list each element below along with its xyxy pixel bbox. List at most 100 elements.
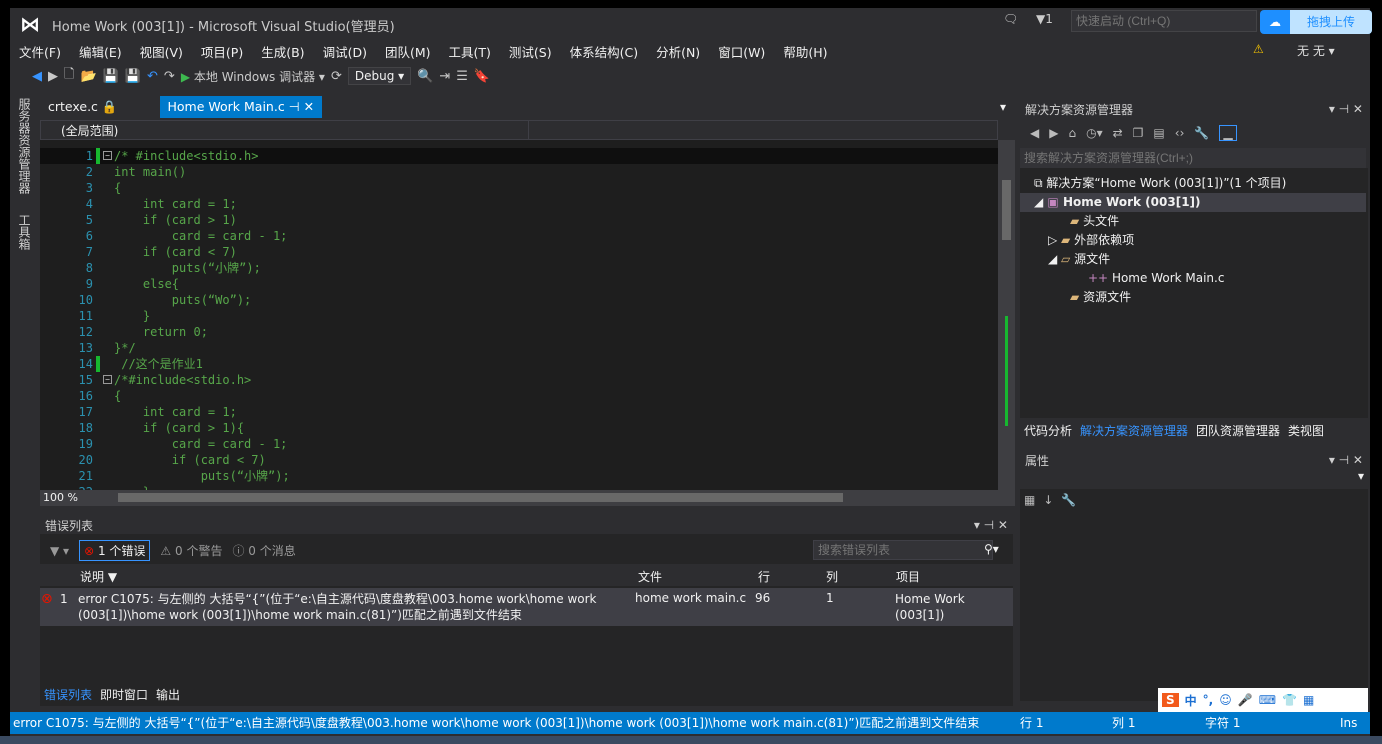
toolbox-tab[interactable]: 工具箱	[10, 210, 39, 254]
code-line[interactable]: 14 //这个是作业1	[40, 356, 1000, 372]
indent-icon[interactable]: ⇥	[439, 69, 450, 84]
column-description[interactable]: 说明 ▼	[80, 568, 117, 585]
punctuation-icon[interactable]: °,	[1203, 693, 1214, 707]
upload-button[interactable]: ☁ 拖拽上传	[1260, 10, 1372, 34]
code-line[interactable]: 15 −/*#include<stdio.h>	[40, 372, 1000, 388]
undo-icon[interactable]: ↶	[147, 69, 158, 84]
code-line[interactable]: 19 card = card - 1;	[40, 436, 1000, 452]
menu-item[interactable]: 生成(B)	[252, 40, 313, 62]
home-icon[interactable]: ⌂	[1068, 126, 1076, 140]
menu-item[interactable]: 项目(P)	[192, 40, 252, 62]
tree-header-files[interactable]: ▰ 头文件	[1070, 212, 1119, 231]
tab-solution-explorer[interactable]: 解决方案资源管理器	[1080, 422, 1188, 439]
menu-item[interactable]: 编辑(E)	[70, 40, 131, 62]
tab-class-view[interactable]: 类视图	[1288, 422, 1324, 439]
menu-item[interactable]: 窗口(W)	[709, 40, 774, 62]
code-icon[interactable]: ‹›	[1175, 126, 1185, 140]
menu-item[interactable]: 帮助(H)	[774, 40, 836, 62]
pin-icon[interactable]: ⊣	[289, 99, 300, 114]
column-project[interactable]: 项目	[896, 568, 920, 585]
panel-options-icon[interactable]: ▾ ⊣ ✕	[1329, 102, 1363, 116]
code-line[interactable]: 17 int card = 1;	[40, 404, 1000, 420]
save-all-icon[interactable]: 💾	[125, 69, 141, 84]
forward-icon[interactable]: ▶	[48, 69, 58, 84]
close-icon[interactable]: ✕	[304, 99, 314, 114]
code-line[interactable]: 11 }	[40, 308, 1000, 324]
error-search-input[interactable]	[813, 540, 993, 560]
code-line[interactable]: 2 int main()	[40, 164, 1000, 180]
wrench-icon[interactable]: 🔧	[1194, 126, 1209, 140]
save-icon[interactable]: 💾	[103, 69, 119, 84]
menu-item[interactable]: 文件(F)	[10, 40, 70, 62]
code-line[interactable]: 10 puts(“Wo”);	[40, 292, 1000, 308]
column-line[interactable]: 行	[758, 568, 770, 585]
tree-solution[interactable]: ⧉ 解决方案“Home Work (003[1])”(1 个项目)	[1034, 174, 1286, 193]
tree-external-deps[interactable]: ▷ ▰ 外部依赖项	[1048, 231, 1134, 250]
editor-horizontal-scrollbar[interactable]: 100 %	[40, 490, 1015, 506]
table-row[interactable]: ⊗ 1 error C1075: 与左侧的 大括号“{”(位于“e:\自主源代码…	[40, 588, 1013, 626]
code-editor[interactable]: 1−/* #include<stdio.h> 2 int main() 3{4 int…	[40, 140, 1015, 490]
code-line[interactable]: 18 if (card > 1){	[40, 420, 1000, 436]
find-icon[interactable]: 🔍	[417, 69, 433, 84]
menu-item[interactable]: 调试(D)	[314, 40, 376, 62]
tab-overflow-icon[interactable]: ▾	[1000, 100, 1006, 114]
editor-vertical-scrollbar[interactable]	[998, 140, 1015, 490]
notifications[interactable]: ▼1	[1036, 12, 1053, 26]
collapse-icon[interactable]: ❐	[1133, 126, 1144, 140]
keyboard-icon[interactable]: ⌨	[1259, 693, 1276, 707]
tab-team-explorer[interactable]: 团队资源管理器	[1196, 422, 1280, 439]
tab-error-list[interactable]: 错误列表	[44, 686, 92, 703]
menu-item[interactable]: 团队(M)	[376, 40, 440, 62]
warning-icon[interactable]: ⚠	[1253, 42, 1264, 56]
back-icon[interactable]: ◀	[32, 69, 42, 84]
warnings-filter-button[interactable]: ⚠ 0 个警告	[160, 542, 222, 559]
tree-source-files[interactable]: ◢ ▱ 源文件	[1048, 250, 1110, 269]
code-line[interactable]: 5 if (card > 1)	[40, 212, 1000, 228]
collapse-icon[interactable]: −	[103, 151, 112, 160]
menu-item[interactable]: 体系结构(C)	[561, 40, 647, 62]
config-dropdown[interactable]: Debug ▾	[347, 67, 412, 85]
comment-icon[interactable]: ☰	[456, 69, 468, 84]
tab-home-work-main[interactable]: Home Work Main.c ⊣ ✕	[159, 96, 323, 118]
mic-icon[interactable]: 🎤	[1238, 693, 1253, 707]
menu-item[interactable]: 工具(T)	[440, 40, 500, 62]
code-line[interactable]: 13}*/	[40, 340, 1000, 356]
column-col[interactable]: 列	[826, 568, 838, 585]
code-line[interactable]: 3{	[40, 180, 1000, 196]
wrench-icon[interactable]: 🔧	[1061, 493, 1076, 507]
panel-options-icon[interactable]: ▾ ⊣ ✕	[974, 518, 1008, 532]
menu-item[interactable]: 分析(N)	[647, 40, 709, 62]
properties-object-dropdown[interactable]: ▾	[1020, 469, 1368, 489]
solution-search-input[interactable]	[1020, 148, 1366, 168]
feedback-icon[interactable]: 🗨	[1003, 12, 1018, 26]
code-line[interactable]: 21 puts(“小牌”);	[40, 468, 1000, 484]
tree-main-c[interactable]: ++ Home Work Main.c	[1088, 269, 1224, 288]
grid-icon[interactable]: ▦	[1303, 693, 1314, 707]
redo-icon[interactable]: ↷	[164, 69, 175, 84]
tab-code-analysis[interactable]: 代码分析	[1024, 422, 1072, 439]
code-line[interactable]: 6 card = card - 1;	[40, 228, 1000, 244]
errors-filter-button[interactable]: ⊗ 1 个错误	[79, 540, 151, 561]
tab-immediate[interactable]: 即时窗口	[100, 686, 148, 703]
back-icon[interactable]: ◀	[1030, 126, 1039, 140]
code-line[interactable]: 9 else{	[40, 276, 1000, 292]
zoom-level[interactable]: 100 %	[43, 491, 78, 504]
search-icon[interactable]: ⚲▾	[984, 542, 999, 556]
categorized-icon[interactable]: ▦	[1024, 493, 1035, 507]
tab-output[interactable]: 输出	[156, 686, 180, 703]
quick-launch-input[interactable]	[1071, 10, 1257, 32]
bookmark-icon[interactable]: 🔖	[474, 69, 490, 84]
emoji-icon[interactable]: ☺	[1219, 693, 1232, 707]
code-line[interactable]: 4 int card = 1;	[40, 196, 1000, 212]
tab-crtexe[interactable]: crtexe.c 🔒	[40, 96, 126, 118]
code-line[interactable]: 20 if (card < 7)	[40, 452, 1000, 468]
code-line[interactable]: 12 return 0;	[40, 324, 1000, 340]
menu-item[interactable]: 视图(V)	[131, 40, 192, 62]
code-line[interactable]: 8 puts(“小牌”);	[40, 260, 1000, 276]
open-icon[interactable]: 📂	[80, 69, 96, 84]
tree-resource-files[interactable]: ▰ 资源文件	[1070, 288, 1131, 307]
scope-dropdown[interactable]: (全局范围)	[40, 120, 998, 140]
column-file[interactable]: 文件	[638, 568, 662, 585]
show-all-icon[interactable]: ▤	[1153, 126, 1164, 140]
ime-toolbar[interactable]: S 中 °, ☺ 🎤 ⌨ 👕 ▦	[1158, 688, 1368, 712]
